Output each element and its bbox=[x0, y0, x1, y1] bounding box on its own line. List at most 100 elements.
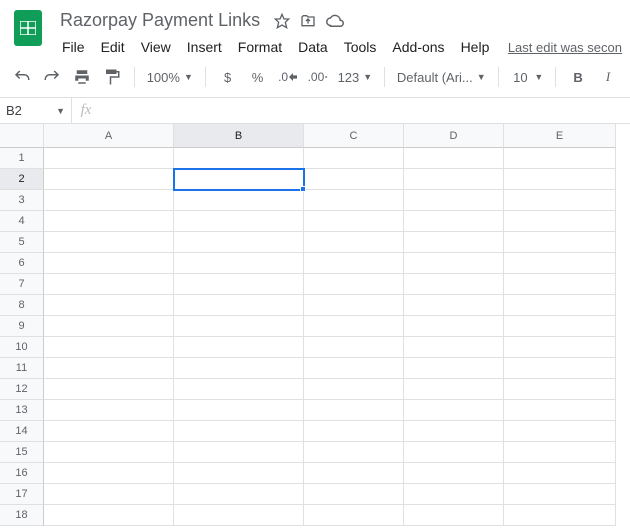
menu-edit[interactable]: Edit bbox=[95, 37, 131, 57]
cell-C7[interactable] bbox=[304, 274, 404, 295]
row-header-14[interactable]: 14 bbox=[0, 421, 44, 442]
currency-button[interactable]: $ bbox=[214, 63, 242, 91]
column-header-E[interactable]: E bbox=[504, 124, 616, 148]
cell-A6[interactable] bbox=[44, 253, 174, 274]
cell-E10[interactable] bbox=[504, 337, 616, 358]
bold-button[interactable]: B bbox=[564, 63, 592, 91]
row-header-16[interactable]: 16 bbox=[0, 463, 44, 484]
cell-C14[interactable] bbox=[304, 421, 404, 442]
cell-D13[interactable] bbox=[404, 400, 504, 421]
cell-E2[interactable] bbox=[504, 169, 616, 190]
cell-D1[interactable] bbox=[404, 148, 504, 169]
cell-D6[interactable] bbox=[404, 253, 504, 274]
selection-handle[interactable] bbox=[300, 186, 306, 192]
cell-E7[interactable] bbox=[504, 274, 616, 295]
cell-B18[interactable] bbox=[174, 505, 304, 526]
move-icon[interactable] bbox=[300, 13, 316, 29]
cell-E6[interactable] bbox=[504, 253, 616, 274]
cell-E5[interactable] bbox=[504, 232, 616, 253]
cell-D12[interactable] bbox=[404, 379, 504, 400]
cell-C9[interactable] bbox=[304, 316, 404, 337]
cell-B11[interactable] bbox=[174, 358, 304, 379]
menu-file[interactable]: File bbox=[56, 37, 91, 57]
cell-A13[interactable] bbox=[44, 400, 174, 421]
document-title[interactable]: Razorpay Payment Links bbox=[56, 8, 264, 33]
cell-C12[interactable] bbox=[304, 379, 404, 400]
cell-D10[interactable] bbox=[404, 337, 504, 358]
cell-B6[interactable] bbox=[174, 253, 304, 274]
column-header-C[interactable]: C bbox=[304, 124, 404, 148]
cell-C8[interactable] bbox=[304, 295, 404, 316]
print-button[interactable] bbox=[68, 63, 96, 91]
row-header-18[interactable]: 18 bbox=[0, 505, 44, 526]
cell-C15[interactable] bbox=[304, 442, 404, 463]
row-header-9[interactable]: 9 bbox=[0, 316, 44, 337]
menu-insert[interactable]: Insert bbox=[181, 37, 228, 57]
cell-B16[interactable] bbox=[174, 463, 304, 484]
row-header-1[interactable]: 1 bbox=[0, 148, 44, 169]
cell-E1[interactable] bbox=[504, 148, 616, 169]
cell-D14[interactable] bbox=[404, 421, 504, 442]
cell-B5[interactable] bbox=[174, 232, 304, 253]
cell-E12[interactable] bbox=[504, 379, 616, 400]
row-header-15[interactable]: 15 bbox=[0, 442, 44, 463]
cell-A18[interactable] bbox=[44, 505, 174, 526]
row-header-11[interactable]: 11 bbox=[0, 358, 44, 379]
row-header-6[interactable]: 6 bbox=[0, 253, 44, 274]
cell-B10[interactable] bbox=[174, 337, 304, 358]
row-header-17[interactable]: 17 bbox=[0, 484, 44, 505]
cell-A12[interactable] bbox=[44, 379, 174, 400]
cell-E14[interactable] bbox=[504, 421, 616, 442]
cell-D17[interactable] bbox=[404, 484, 504, 505]
cell-A5[interactable] bbox=[44, 232, 174, 253]
cell-C10[interactable] bbox=[304, 337, 404, 358]
cell-E4[interactable] bbox=[504, 211, 616, 232]
cell-B1[interactable] bbox=[174, 148, 304, 169]
cell-E18[interactable] bbox=[504, 505, 616, 526]
cell-C3[interactable] bbox=[304, 190, 404, 211]
cell-D3[interactable] bbox=[404, 190, 504, 211]
font-size-dropdown[interactable]: 10▼ bbox=[506, 63, 547, 91]
column-header-A[interactable]: A bbox=[44, 124, 174, 148]
cell-A3[interactable] bbox=[44, 190, 174, 211]
row-header-8[interactable]: 8 bbox=[0, 295, 44, 316]
row-header-7[interactable]: 7 bbox=[0, 274, 44, 295]
formula-bar[interactable] bbox=[100, 98, 630, 123]
menu-help[interactable]: Help bbox=[455, 37, 496, 57]
row-header-5[interactable]: 5 bbox=[0, 232, 44, 253]
menu-view[interactable]: View bbox=[135, 37, 177, 57]
cell-A4[interactable] bbox=[44, 211, 174, 232]
cell-E17[interactable] bbox=[504, 484, 616, 505]
cell-A10[interactable] bbox=[44, 337, 174, 358]
cell-C4[interactable] bbox=[304, 211, 404, 232]
cell-B12[interactable] bbox=[174, 379, 304, 400]
cell-A15[interactable] bbox=[44, 442, 174, 463]
cell-B17[interactable] bbox=[174, 484, 304, 505]
more-formats-dropdown[interactable]: 123▼ bbox=[334, 63, 377, 91]
cell-A1[interactable] bbox=[44, 148, 174, 169]
name-box[interactable]: B2 ▼ bbox=[0, 98, 72, 123]
cell-E16[interactable] bbox=[504, 463, 616, 484]
zoom-dropdown[interactable]: 100%▼ bbox=[143, 63, 197, 91]
menu-tools[interactable]: Tools bbox=[338, 37, 383, 57]
cell-C11[interactable] bbox=[304, 358, 404, 379]
cell-D7[interactable] bbox=[404, 274, 504, 295]
cell-C1[interactable] bbox=[304, 148, 404, 169]
cell-D18[interactable] bbox=[404, 505, 504, 526]
cell-B14[interactable] bbox=[174, 421, 304, 442]
cell-C5[interactable] bbox=[304, 232, 404, 253]
cell-A16[interactable] bbox=[44, 463, 174, 484]
row-header-4[interactable]: 4 bbox=[0, 211, 44, 232]
cell-D2[interactable] bbox=[404, 169, 504, 190]
cell-A2[interactable] bbox=[44, 169, 174, 190]
cell-E13[interactable] bbox=[504, 400, 616, 421]
cell-B13[interactable] bbox=[174, 400, 304, 421]
cell-E9[interactable] bbox=[504, 316, 616, 337]
cell-D8[interactable] bbox=[404, 295, 504, 316]
select-all-corner[interactable] bbox=[0, 124, 44, 148]
redo-button[interactable] bbox=[38, 63, 66, 91]
cell-A11[interactable] bbox=[44, 358, 174, 379]
menu-data[interactable]: Data bbox=[292, 37, 334, 57]
cell-D5[interactable] bbox=[404, 232, 504, 253]
cell-D11[interactable] bbox=[404, 358, 504, 379]
